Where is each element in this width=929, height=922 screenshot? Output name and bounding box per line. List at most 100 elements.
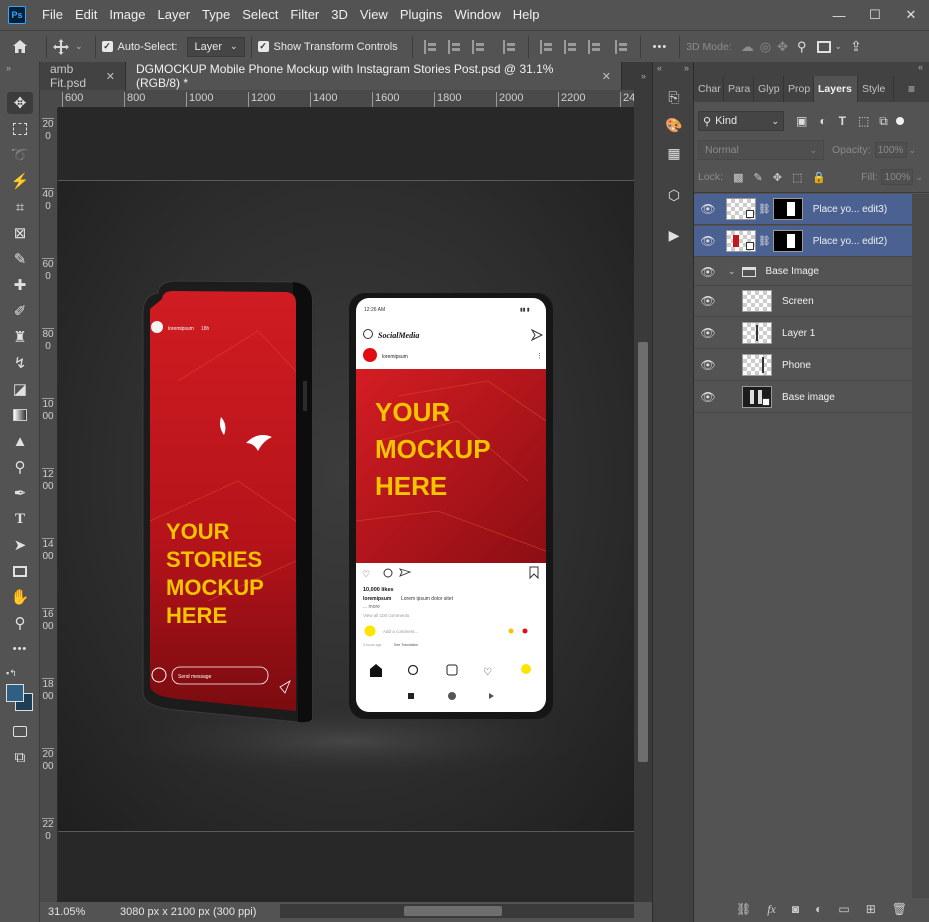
pen-icon[interactable]: ✒ xyxy=(7,482,33,504)
close-icon[interactable]: ✕ xyxy=(602,70,611,83)
workspace-icon[interactable] xyxy=(816,40,831,53)
mask-link-icon[interactable]: ⛓ xyxy=(758,236,771,247)
delete-layer-icon[interactable]: 🗑 xyxy=(892,902,907,916)
filter-adjustment-icon[interactable]: ◐ xyxy=(819,114,826,128)
lock-pixels-icon[interactable]: ✎ xyxy=(754,171,763,184)
layer-name[interactable]: Phone xyxy=(782,360,811,371)
layer-thumbnail[interactable] xyxy=(742,322,772,344)
new-layer-icon[interactable]: ⊞ xyxy=(866,902,876,916)
screen-mode-icon[interactable]: ⧉ xyxy=(7,746,33,768)
move-tool-preset[interactable]: ⌄ xyxy=(53,38,83,55)
filter-kind-dropdown[interactable]: ⚲ Kind ⌄ xyxy=(698,111,784,131)
gradient-icon[interactable] xyxy=(7,404,33,426)
tab-document-2[interactable]: DGMOCKUP Mobile Phone Mockup with Instag… xyxy=(126,62,622,90)
zoom-level[interactable]: 31.05% xyxy=(48,906,92,918)
smart-object-thumbnail[interactable] xyxy=(726,198,756,220)
search-icon[interactable]: ⚲ xyxy=(797,39,807,55)
layer-mask-thumbnail[interactable] xyxy=(772,230,803,252)
opacity-field[interactable]: 100% xyxy=(874,142,907,158)
horizontal-ruler[interactable]: 600 800 1000 1200 1400 1600 1800 2000 2200 240 xyxy=(58,90,634,108)
tab-properties[interactable]: Prop xyxy=(784,76,814,102)
type-icon[interactable]: T xyxy=(7,508,33,530)
photoshop-logo[interactable]: Ps xyxy=(8,6,26,24)
visibility-eye-icon[interactable]: 👁 xyxy=(694,294,722,308)
transform-controls-checkbox[interactable]: ✓ xyxy=(257,41,269,52)
tab-document-1[interactable]: amb Fit.psd ✕ xyxy=(40,62,126,90)
share-icon[interactable]: ⇪ xyxy=(850,38,862,55)
align-center-icon[interactable] xyxy=(447,39,462,54)
menu-window[interactable]: Window xyxy=(448,0,506,30)
link-layers-icon[interactable]: ⛓ xyxy=(736,902,751,916)
foreground-color-swatch[interactable] xyxy=(6,684,24,702)
healing-brush-icon[interactable]: ✚ xyxy=(7,274,33,296)
close-icon[interactable]: ✕ xyxy=(106,70,115,83)
filter-type-icon[interactable]: T xyxy=(839,114,846,128)
horizontal-scroll-thumb[interactable] xyxy=(404,906,502,916)
visibility-eye-icon[interactable]: 👁 xyxy=(694,390,722,404)
chevron-down-icon[interactable]: ⌄ xyxy=(728,266,736,277)
visibility-eye-icon[interactable]: 👁 xyxy=(694,234,722,248)
layer-thumbnail[interactable] xyxy=(742,290,772,312)
align-top-icon[interactable] xyxy=(539,39,554,54)
tab-layers[interactable]: Layers xyxy=(814,76,858,102)
tab-paragraph[interactable]: Para xyxy=(724,76,754,102)
layer-name[interactable]: Base image xyxy=(782,392,835,403)
menu-filter[interactable]: Filter xyxy=(284,0,325,30)
visibility-eye-icon[interactable]: 👁 xyxy=(694,265,722,279)
menu-edit[interactable]: Edit xyxy=(69,0,103,30)
canvas-area[interactable]: loremipsum 18h YOUR STORIES MOCKUP HERE … xyxy=(58,108,634,902)
filter-toggle[interactable] xyxy=(895,117,904,125)
history-panel-icon[interactable]: ⎘ xyxy=(663,86,685,108)
visibility-eye-icon[interactable]: 👁 xyxy=(694,326,722,340)
brush-icon[interactable]: ✐ xyxy=(7,300,33,322)
close-button[interactable]: ✕ xyxy=(893,0,929,30)
tabs-overflow-icon[interactable]: » xyxy=(622,62,652,90)
layer-name[interactable]: Base Image xyxy=(766,266,819,277)
default-colors-icon[interactable]: ▪↰ xyxy=(6,668,17,679)
new-adjustment-icon[interactable]: ◐ xyxy=(815,902,822,916)
horizontal-scrollbar[interactable] xyxy=(280,904,634,918)
3d-panel-icon[interactable]: ⬡ xyxy=(663,184,685,206)
document-canvas[interactable]: loremipsum 18h YOUR STORIES MOCKUP HERE … xyxy=(58,180,634,832)
vertical-ruler[interactable]: 200 400 600 800 1000 1200 1400 1600 1800 2000 220 xyxy=(40,108,58,902)
filter-shape-icon[interactable]: ⬚ xyxy=(858,114,869,128)
smart-object-thumbnail[interactable] xyxy=(726,230,756,252)
move-tool-icon[interactable]: ✥ xyxy=(7,92,33,114)
magic-wand-icon[interactable]: ⚡ xyxy=(7,170,33,192)
menu-layer[interactable]: Layer xyxy=(152,0,197,30)
layer-name[interactable]: Place yo... edit3) xyxy=(813,204,887,215)
visibility-eye-icon[interactable]: 👁 xyxy=(694,358,722,372)
collapse-icon[interactable]: » xyxy=(6,63,11,73)
align-middle-icon[interactable] xyxy=(563,39,578,54)
auto-select-checkbox[interactable]: ✓ xyxy=(101,41,113,52)
tab-styles[interactable]: Style xyxy=(858,76,894,102)
layer-row-base-image[interactable]: 👁 Base image xyxy=(694,382,912,413)
orbit-3d-icon[interactable]: ☁ xyxy=(741,39,754,55)
eraser-icon[interactable]: ◪ xyxy=(7,378,33,400)
align-right-icon[interactable] xyxy=(471,39,486,54)
layer-row-place-edit3[interactable]: 👁 ⛓ Place yo... edit3) xyxy=(694,194,912,225)
layer-row-phone[interactable]: 👁 Phone xyxy=(694,350,912,381)
tab-glyphs[interactable]: Glyp xyxy=(754,76,784,102)
roll-3d-icon[interactable]: ◎ xyxy=(760,39,771,55)
lock-position-icon[interactable]: ✥ xyxy=(773,171,782,184)
layer-name[interactable]: Layer 1 xyxy=(782,328,815,339)
visibility-eye-icon[interactable]: 👁 xyxy=(694,202,722,216)
minimize-button[interactable]: — xyxy=(821,0,857,30)
frame-icon[interactable]: ⊠ xyxy=(7,222,33,244)
layer-row-layer-1[interactable]: 👁 Layer 1 xyxy=(694,318,912,349)
auto-select-dropdown[interactable]: Layer ⌄ xyxy=(187,36,245,57)
menu-view[interactable]: View xyxy=(354,0,394,30)
lock-artboard-icon[interactable]: ⬚ xyxy=(792,171,802,184)
new-group-icon[interactable]: ▭ xyxy=(838,902,849,916)
menu-help[interactable]: Help xyxy=(507,0,546,30)
collapse-icon[interactable]: « xyxy=(657,63,662,73)
lock-transparent-icon[interactable]: ▩ xyxy=(733,171,743,184)
hand-icon[interactable]: ✋ xyxy=(7,586,33,608)
layer-row-base-image-group[interactable]: 👁 ⌄ Base Image xyxy=(694,258,912,286)
lock-all-icon[interactable]: 🔒 xyxy=(812,171,826,184)
more-options-button[interactable]: ••• xyxy=(653,41,668,53)
filter-smart-object-icon[interactable]: ⧉ xyxy=(879,114,888,129)
filter-pixel-icon[interactable]: ▣ xyxy=(796,114,807,128)
path-selection-icon[interactable]: ➤ xyxy=(7,534,33,556)
